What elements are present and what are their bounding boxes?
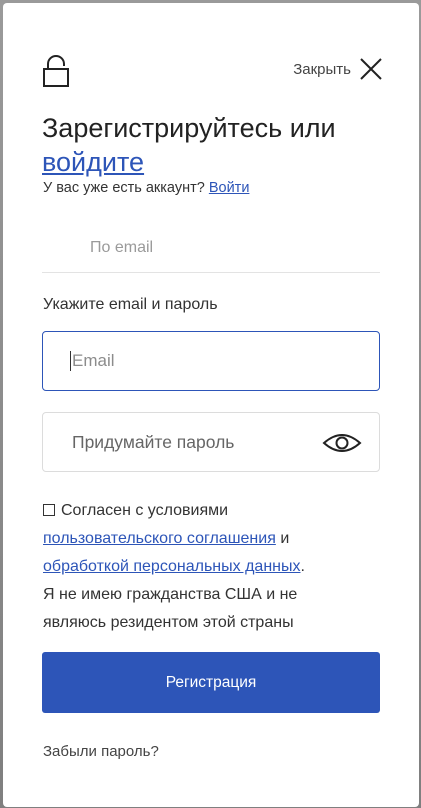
agreement-and: и xyxy=(280,530,290,547)
email-field[interactable]: Email xyxy=(42,331,380,391)
close-button[interactable]: Закрыть xyxy=(293,55,383,83)
password-field[interactable]: Придумайте пароль xyxy=(42,412,380,472)
registration-modal: Закрыть Зарегистрируйтесь или войдите У … xyxy=(3,3,419,807)
lock-icon xyxy=(43,55,69,87)
personal-data-link[interactable]: обработкой персональных данных xyxy=(43,558,301,575)
agreement-prefix: Согласен с условиями xyxy=(61,502,229,519)
login-link[interactable]: Войти xyxy=(209,180,250,196)
agreement-checkbox[interactable] xyxy=(43,504,55,516)
title-text: Зарегистрируйтесь или xyxy=(42,113,336,143)
register-button[interactable]: Регистрация xyxy=(42,652,380,713)
tab-email-label: По email xyxy=(90,239,154,256)
have-account-line: У вас уже есть аккаунт? Войти xyxy=(43,180,249,196)
forgot-password-link[interactable]: Забыли пароль? xyxy=(43,743,159,760)
email-placeholder: Email xyxy=(70,351,115,371)
tab-email[interactable]: По email xyxy=(42,229,380,273)
form-hint: Укажите email и пароль xyxy=(43,296,218,313)
page-title: Зарегистрируйтесь или войдите xyxy=(42,111,382,179)
password-placeholder: Придумайте пароль xyxy=(72,431,235,452)
user-agreement-link[interactable]: пользовательского соглашения xyxy=(43,530,276,547)
us-resident-text: Я не имею гражданства США и не являюсь р… xyxy=(43,586,298,631)
close-icon[interactable] xyxy=(359,57,383,81)
have-account-text: У вас уже есть аккаунт? xyxy=(43,180,205,196)
agreement-text: Согласен с условиями пользовательского с… xyxy=(43,497,363,637)
agreement-period: . xyxy=(300,558,305,575)
eye-icon[interactable] xyxy=(322,431,362,455)
close-label: Закрыть xyxy=(293,60,351,78)
login-title-link[interactable]: войдите xyxy=(42,147,144,177)
